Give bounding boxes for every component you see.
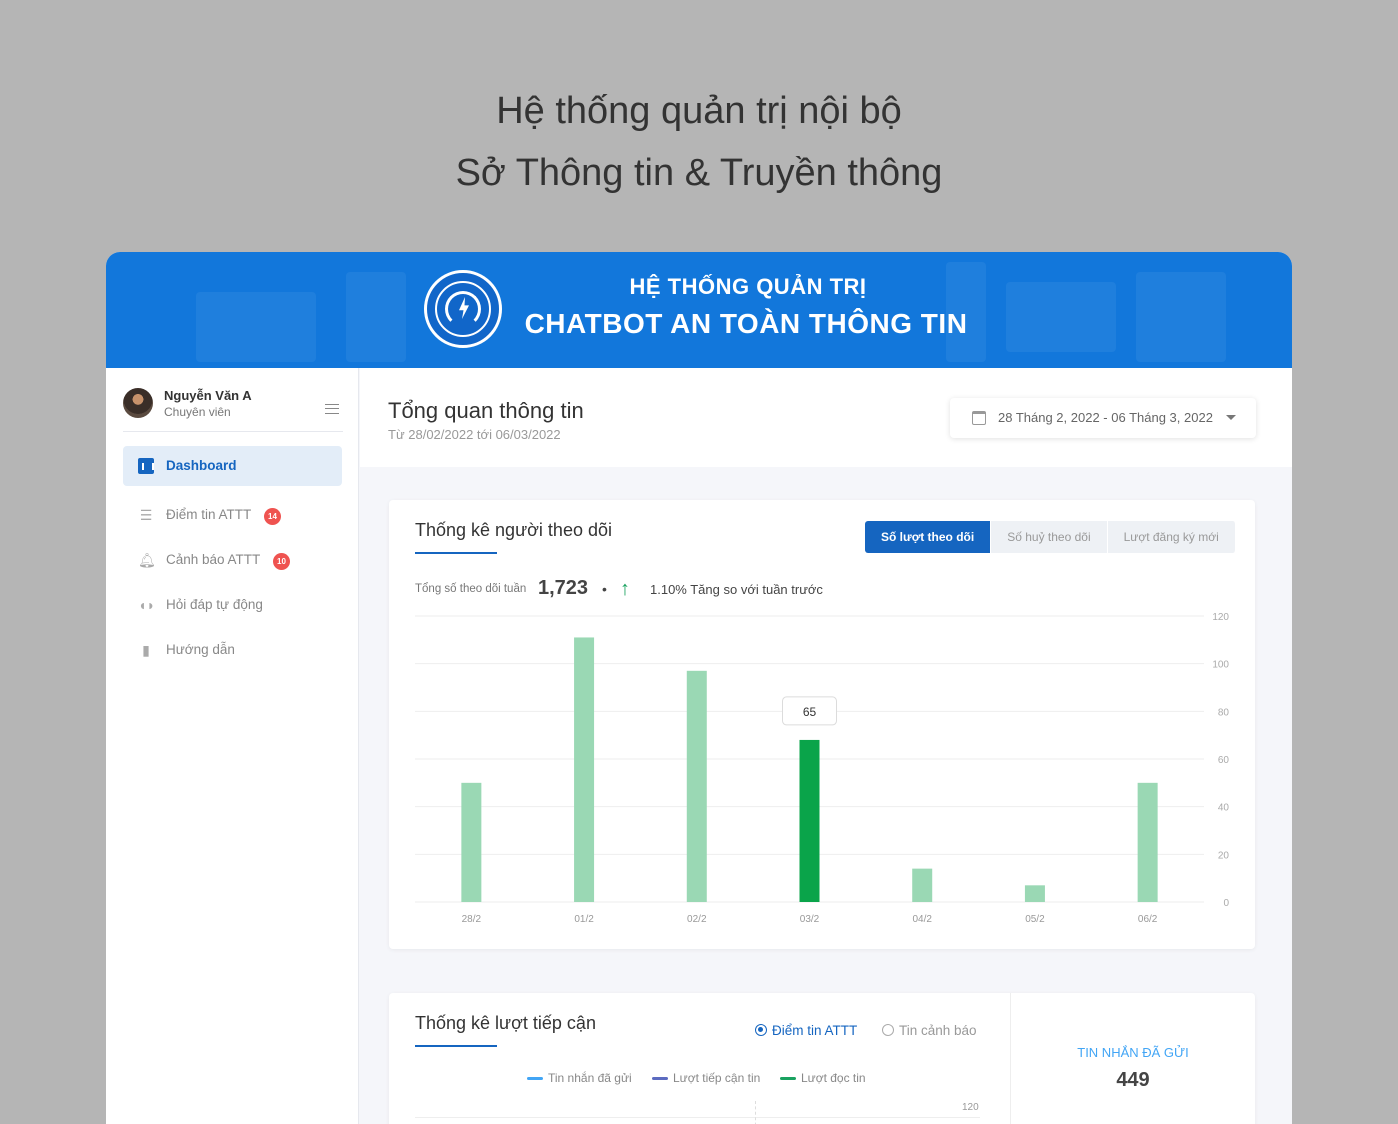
legend-swatch [780, 1077, 796, 1081]
banner-title-top: HỆ THỐNG QUẢN TRỊ [629, 274, 867, 299]
sidebar-item-label: Điểm tin ATTT [166, 507, 252, 522]
bar[interactable] [1024, 885, 1045, 902]
y-tick-label: 120 [1212, 612, 1229, 623]
legend-item[interactable]: Lượt đọc tin [780, 1071, 866, 1085]
page-title: Tổng quan thông tin [388, 398, 584, 423]
grid-line [415, 1117, 980, 1118]
legend-item[interactable]: Tin nhắn đã gửi [527, 1071, 632, 1085]
bell-icon: 🔔︎ [138, 552, 156, 568]
user-profile[interactable]: Nguyễn Văn A Chuyên viên [123, 388, 343, 432]
bar[interactable] [1137, 782, 1158, 902]
sidebar-item-label: Dashboard [166, 458, 237, 473]
reach-card: Thống kê lượt tiếp cận Điểm tin ATTT Tin… [389, 993, 1255, 1124]
radio-diem-tin[interactable]: Điểm tin ATTT [755, 1023, 857, 1038]
chevron-down-icon [1226, 415, 1236, 420]
reach-title: Thống kê lượt tiếp cận [415, 1013, 596, 1033]
followers-bar-chart: 0 20 40 60 80 100 120 28/2 01/2 02/2 03/2 65 04/2 05/… [415, 612, 1230, 925]
legend-label: Tin nhắn đã gửi [548, 1071, 632, 1085]
radio-tin-canh-bao[interactable]: Tin cảnh báo [882, 1023, 977, 1038]
calendar-icon [972, 411, 986, 425]
bar[interactable] [912, 868, 933, 902]
sidebar-item-hoi-dap[interactable]: ◖◗ Hỏi đáp tự động [123, 585, 342, 625]
headset-icon: ◖◗ [138, 597, 155, 613]
avatar[interactable] [123, 388, 153, 418]
user-role: Chuyên viên [164, 405, 231, 419]
axis-tick-label: 120 [962, 1102, 979, 1113]
sidebar-item-diem-tin[interactable]: ☰ Điểm tin ATTT 14 [123, 495, 342, 535]
x-tick-label: 05/2 [1025, 914, 1045, 925]
legend-label: Lượt đọc tin [801, 1071, 866, 1085]
radio-label: Tin cảnh báo [899, 1023, 977, 1038]
sidebar-item-canh-bao[interactable]: 🔔︎ Cảnh báo ATTT 10 [123, 540, 342, 580]
y-tick-label: 60 [1218, 755, 1230, 766]
sidebar-item-label: Cảnh báo ATTT [166, 552, 261, 567]
x-tick-label: 28/2 [462, 914, 482, 925]
hero-line-1: Hệ thống quản trị nội bộ [496, 90, 902, 132]
radio-button-icon [882, 1024, 894, 1036]
count-badge: 10 [273, 553, 290, 570]
sidebar: Nguyễn Văn A Chuyên viên Dashboard ☰ Điể… [106, 368, 359, 1124]
sidebar-item-label: Hướng dẫn [166, 642, 235, 657]
grid-line [755, 1101, 756, 1124]
x-tick-label: 06/2 [1138, 914, 1158, 925]
x-tick-label: 01/2 [574, 914, 594, 925]
count-badge: 14 [264, 508, 281, 525]
sent-messages-label: TIN NHẮN ĐÃ GỬI [1077, 1045, 1189, 1060]
banner-title-main: CHATBOT AN TOÀN THÔNG TIN [524, 308, 968, 339]
header-banner: HỆ THỐNG QUẢN TRỊ CHATBOT AN TOÀN THÔNG … [106, 252, 1292, 368]
menu-toggle-icon[interactable] [325, 404, 339, 414]
y-tick-label: 40 [1218, 803, 1230, 814]
bar[interactable] [574, 637, 595, 902]
bar[interactable] [686, 670, 707, 902]
x-tick-label: 03/2 [800, 914, 820, 925]
legend-label: Lượt tiếp cận tin [673, 1071, 761, 1085]
radio-label: Điểm tin ATTT [772, 1023, 858, 1038]
date-range-value: 28 Tháng 2, 2022 - 06 Tháng 3, 2022 [998, 410, 1213, 425]
date-range-picker[interactable]: 28 Tháng 2, 2022 - 06 Tháng 3, 2022 [950, 398, 1256, 438]
title-underline [415, 1045, 497, 1047]
app-window: HỆ THỐNG QUẢN TRỊ CHATBOT AN TOÀN THÔNG … [106, 252, 1292, 1124]
ministry-emblem-icon [424, 270, 502, 348]
sidebar-item-huong-dan[interactable]: ▮ Hướng dẫn [123, 630, 342, 670]
y-tick-label: 100 [1212, 660, 1229, 671]
x-tick-label: 02/2 [687, 914, 707, 925]
page-header: Tổng quan thông tin Từ 28/02/2022 tới 06… [360, 368, 1292, 467]
hero-heading: Hệ thống quản trị nội bộ Sở Thông tin & … [0, 92, 1398, 192]
sidebar-item-dashboard[interactable]: Dashboard [123, 446, 342, 486]
bar[interactable] [461, 782, 482, 902]
list-icon: ☰ [139, 507, 153, 523]
chart-icon [138, 458, 154, 474]
radio-button-icon [755, 1024, 767, 1036]
y-tick-label: 80 [1218, 707, 1230, 718]
legend-swatch [652, 1077, 668, 1081]
book-icon: ▮ [142, 642, 150, 658]
page-subtitle: Từ 28/02/2022 tới 06/03/2022 [388, 427, 561, 442]
legend-item[interactable]: Lượt tiếp cận tin [652, 1071, 760, 1085]
x-tick-label: 04/2 [912, 914, 932, 925]
user-name: Nguyễn Văn A [164, 388, 252, 403]
y-tick-label: 0 [1223, 898, 1229, 909]
y-tick-label: 20 [1218, 850, 1230, 861]
sent-messages-value: 449 [1116, 1069, 1150, 1091]
sidebar-item-label: Hỏi đáp tự động [166, 597, 263, 612]
legend-swatch [527, 1077, 543, 1081]
bar[interactable] [799, 739, 820, 902]
tooltip-value: 65 [803, 705, 817, 719]
hero-line-2: Sở Thông tin & Truyền thông [455, 152, 943, 194]
followers-card: Thống kê người theo dõi Số lượt theo dõi… [389, 500, 1255, 949]
